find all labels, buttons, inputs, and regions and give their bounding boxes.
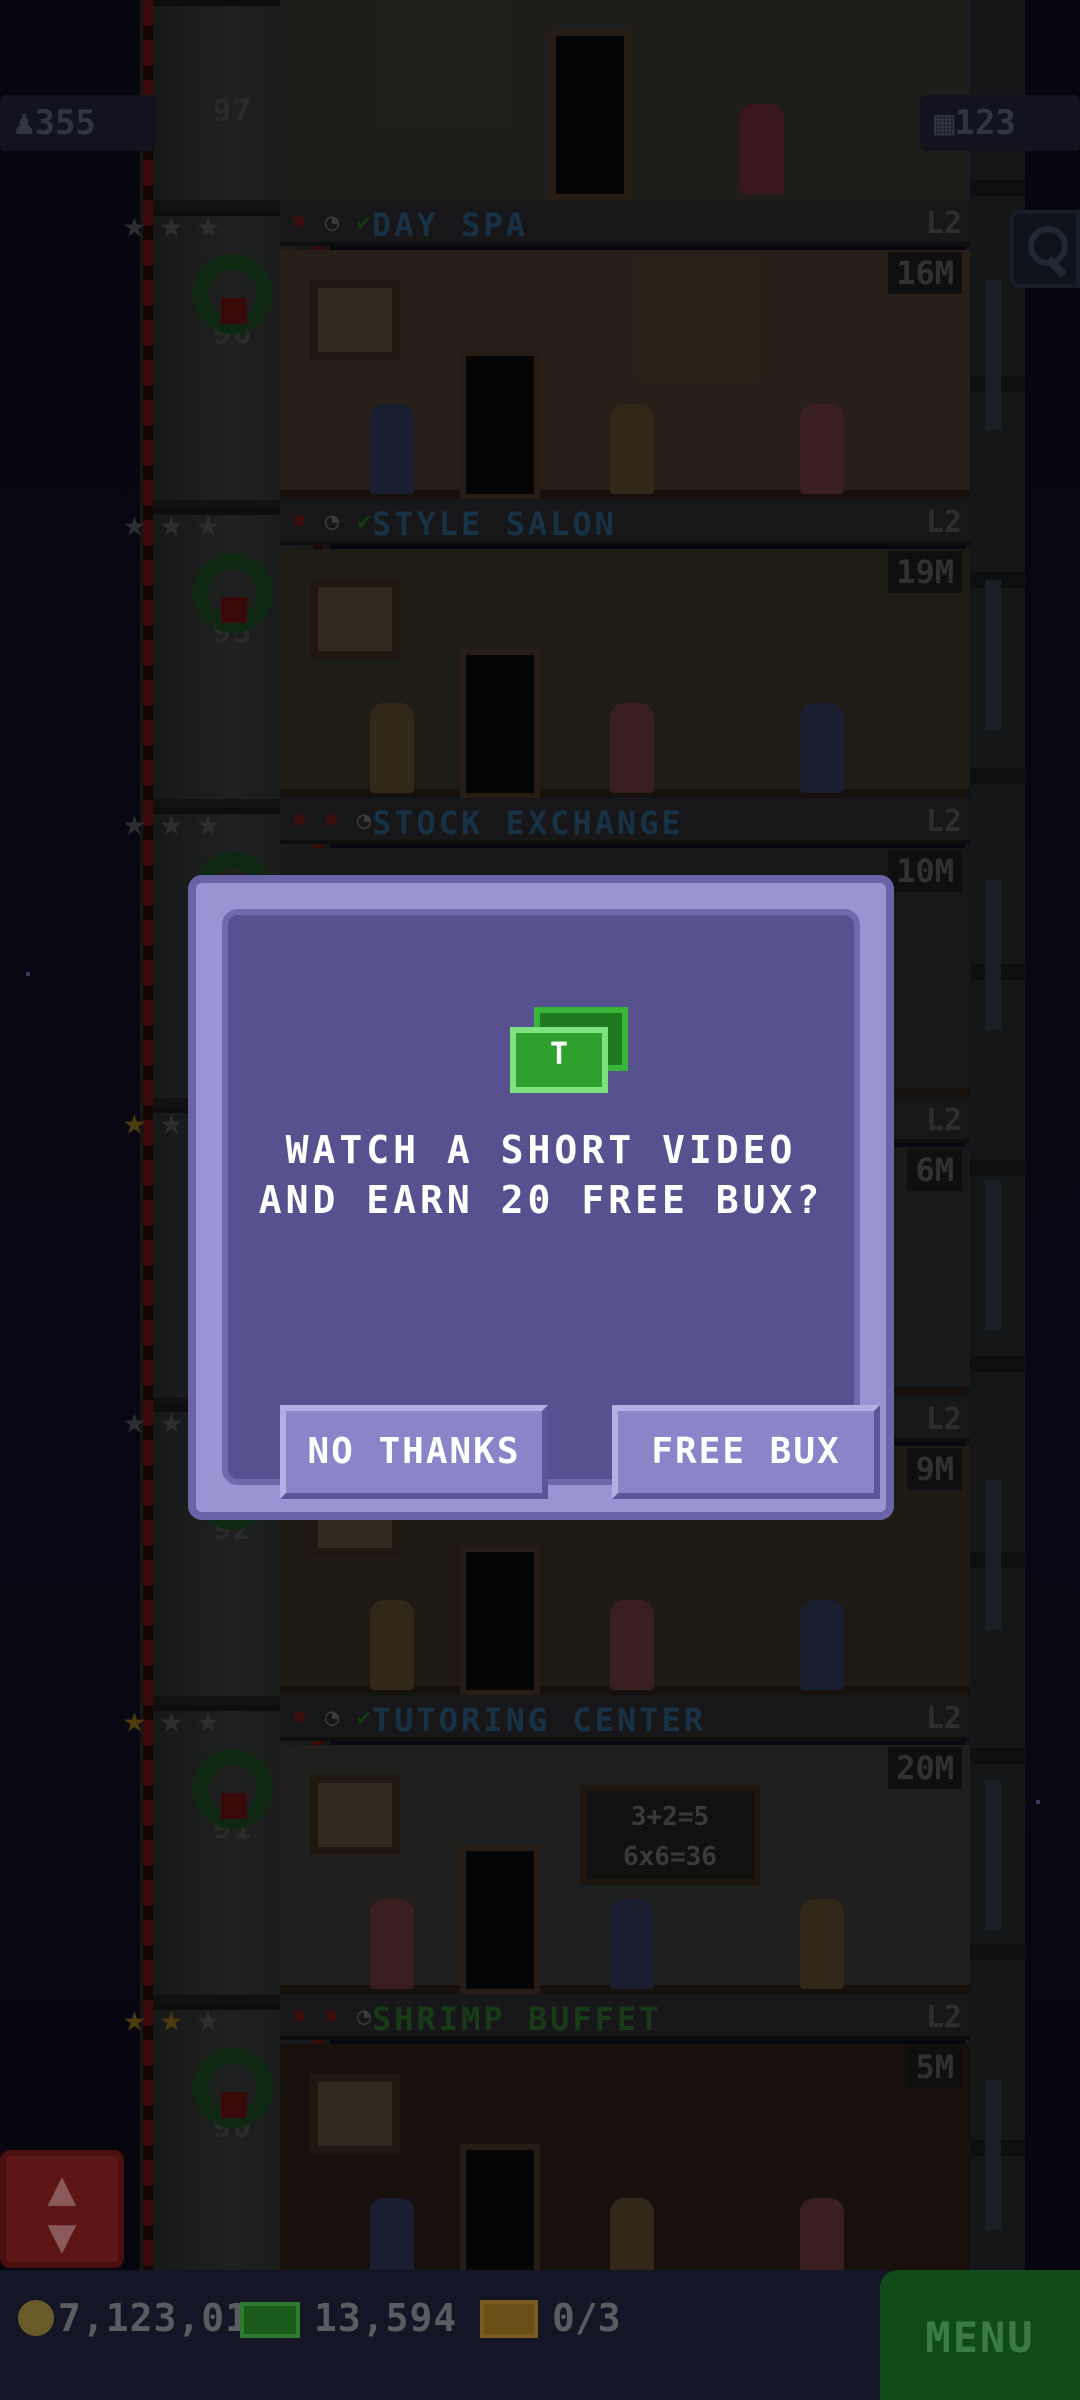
bux-icon: [240, 2302, 300, 2338]
vip-ticket-value: 0/3: [552, 2296, 621, 2340]
elevator-up-down-button[interactable]: ▲ ▼: [0, 2150, 124, 2268]
coin-icon: [18, 2300, 54, 2336]
dialog-panel: WATCH A SHORT VIDEO AND EARN 20 FREE BUX…: [222, 909, 880, 1499]
bux-bill-front: [510, 1027, 608, 1093]
arrow-up-icon: ▲: [47, 2160, 77, 2216]
bux-bills-icon: [510, 1007, 630, 1097]
free-bux-button[interactable]: FREE BUX: [612, 1405, 880, 1499]
menu-button[interactable]: MENU: [880, 2270, 1080, 2400]
vip-ticket-icon: [480, 2300, 538, 2338]
free-bux-dialog: WATCH A SHORT VIDEO AND EARN 20 FREE BUX…: [188, 875, 894, 1520]
arrow-down-icon: ▼: [47, 2208, 77, 2264]
no-thanks-button[interactable]: NO THANKS: [280, 1405, 548, 1499]
bux-value: 13,594: [314, 2296, 458, 2340]
dialog-message: WATCH A SHORT VIDEO AND EARN 20 FREE BUX…: [258, 1128, 824, 1222]
